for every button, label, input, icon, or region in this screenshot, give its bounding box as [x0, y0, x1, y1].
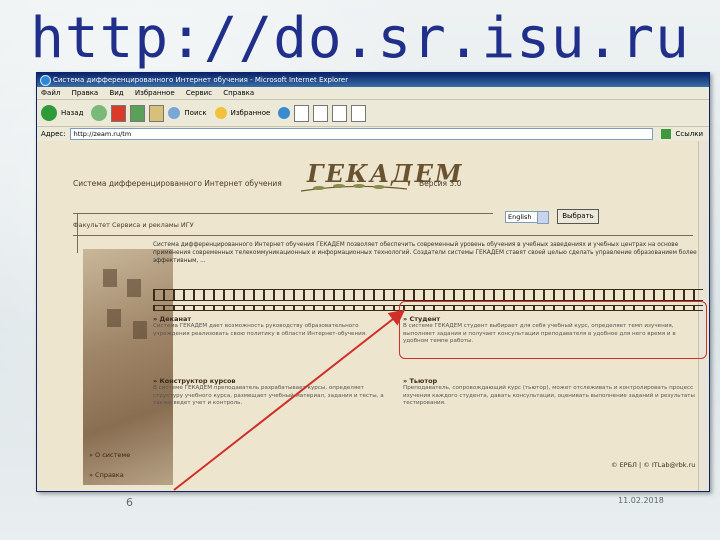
section-dean-text: Система ГЕКАДЕМ дает возможность руковод…: [153, 323, 367, 337]
divider: [73, 235, 693, 236]
search-button-label[interactable]: Поиск: [184, 109, 206, 117]
favorites-button-label[interactable]: Избранное: [231, 109, 271, 117]
section-tutor-title[interactable]: » Тьютор: [403, 377, 437, 385]
favorites-star-icon[interactable]: [214, 107, 227, 119]
browser-window: Система дифференцированного Интернет обу…: [36, 72, 710, 492]
building-photo: [83, 249, 173, 485]
greek-ornament: [153, 289, 703, 301]
system-description: Система дифференцированного Интернет обу…: [153, 242, 697, 264]
menu-tools[interactable]: Сервис: [186, 89, 212, 97]
section-course-builder-text: В системе ГЕКАДЕМ преподаватель разрабат…: [153, 385, 384, 406]
address-input[interactable]: http://zeam.ru/tm: [69, 128, 654, 140]
menu-edit[interactable]: Правка: [72, 89, 99, 97]
page-content: Система дифференцированного Интернет обу…: [37, 141, 709, 491]
stop-icon[interactable]: [111, 104, 127, 122]
system-name: Система дифференцированного Интернет обу…: [73, 179, 282, 188]
section-course-builder-title[interactable]: » Конструктор курсов: [153, 377, 236, 385]
history-icon[interactable]: [294, 104, 310, 122]
media-icon[interactable]: [278, 107, 291, 119]
olive-branch-icon: [300, 184, 408, 192]
nav-help[interactable]: » Справка: [89, 471, 124, 479]
links-label[interactable]: Ссылки: [675, 130, 703, 138]
home-icon[interactable]: [149, 104, 165, 122]
go-arrow-icon[interactable]: [661, 129, 672, 139]
footer-links[interactable]: © ЕРБЛ | © ITLab@rbk.ru: [611, 461, 695, 469]
menu-favorites[interactable]: Избранное: [135, 89, 175, 97]
section-dean-title[interactable]: » Деканат: [153, 315, 191, 323]
mail-icon[interactable]: [313, 104, 329, 122]
nav-about[interactable]: » О системе: [89, 451, 130, 459]
address-label: Адрес:: [41, 130, 66, 138]
forward-arrow-icon[interactable]: [91, 105, 108, 121]
menu-file[interactable]: Файл: [41, 89, 60, 97]
choose-language-button[interactable]: Выбрать: [557, 209, 599, 224]
window-title: Система дифференцированного Интернет обу…: [53, 76, 349, 84]
menu-view[interactable]: Вид: [109, 89, 123, 97]
section-tutor-text: Преподаватель, сопровождающий курс (тьют…: [403, 385, 695, 406]
menu-help[interactable]: Справка: [223, 89, 254, 97]
refresh-icon[interactable]: [130, 104, 146, 122]
print-icon[interactable]: [332, 104, 348, 122]
back-button-label[interactable]: Назад: [61, 109, 83, 117]
highlight-frame: [399, 301, 707, 359]
back-arrow-icon[interactable]: [41, 105, 57, 121]
version-label: Версия 3.0: [419, 179, 462, 188]
menu-bar: Файл Правка Вид Избранное Сервис Справка: [37, 87, 709, 100]
faculty-name: Факультет Сервиса и рекламы ИГУ: [73, 221, 194, 229]
browser-titlebar: Система дифференцированного Интернет обу…: [37, 73, 709, 87]
internet-explorer-icon: [40, 75, 51, 86]
divider: [77, 213, 78, 253]
search-icon[interactable]: [168, 107, 181, 119]
browser-toolbar: Назад Поиск Избранное: [37, 100, 709, 127]
edit-icon[interactable]: [351, 104, 367, 122]
divider: [73, 213, 493, 214]
chevron-down-icon[interactable]: [537, 211, 549, 224]
slide-number: 6: [126, 496, 133, 509]
address-bar: Адрес: http://zeam.ru/tm Ссылки: [37, 127, 709, 142]
slide-title: http://do.sr.isu.ru: [30, 6, 690, 71]
slide-date: 11.02.2018: [618, 496, 664, 505]
